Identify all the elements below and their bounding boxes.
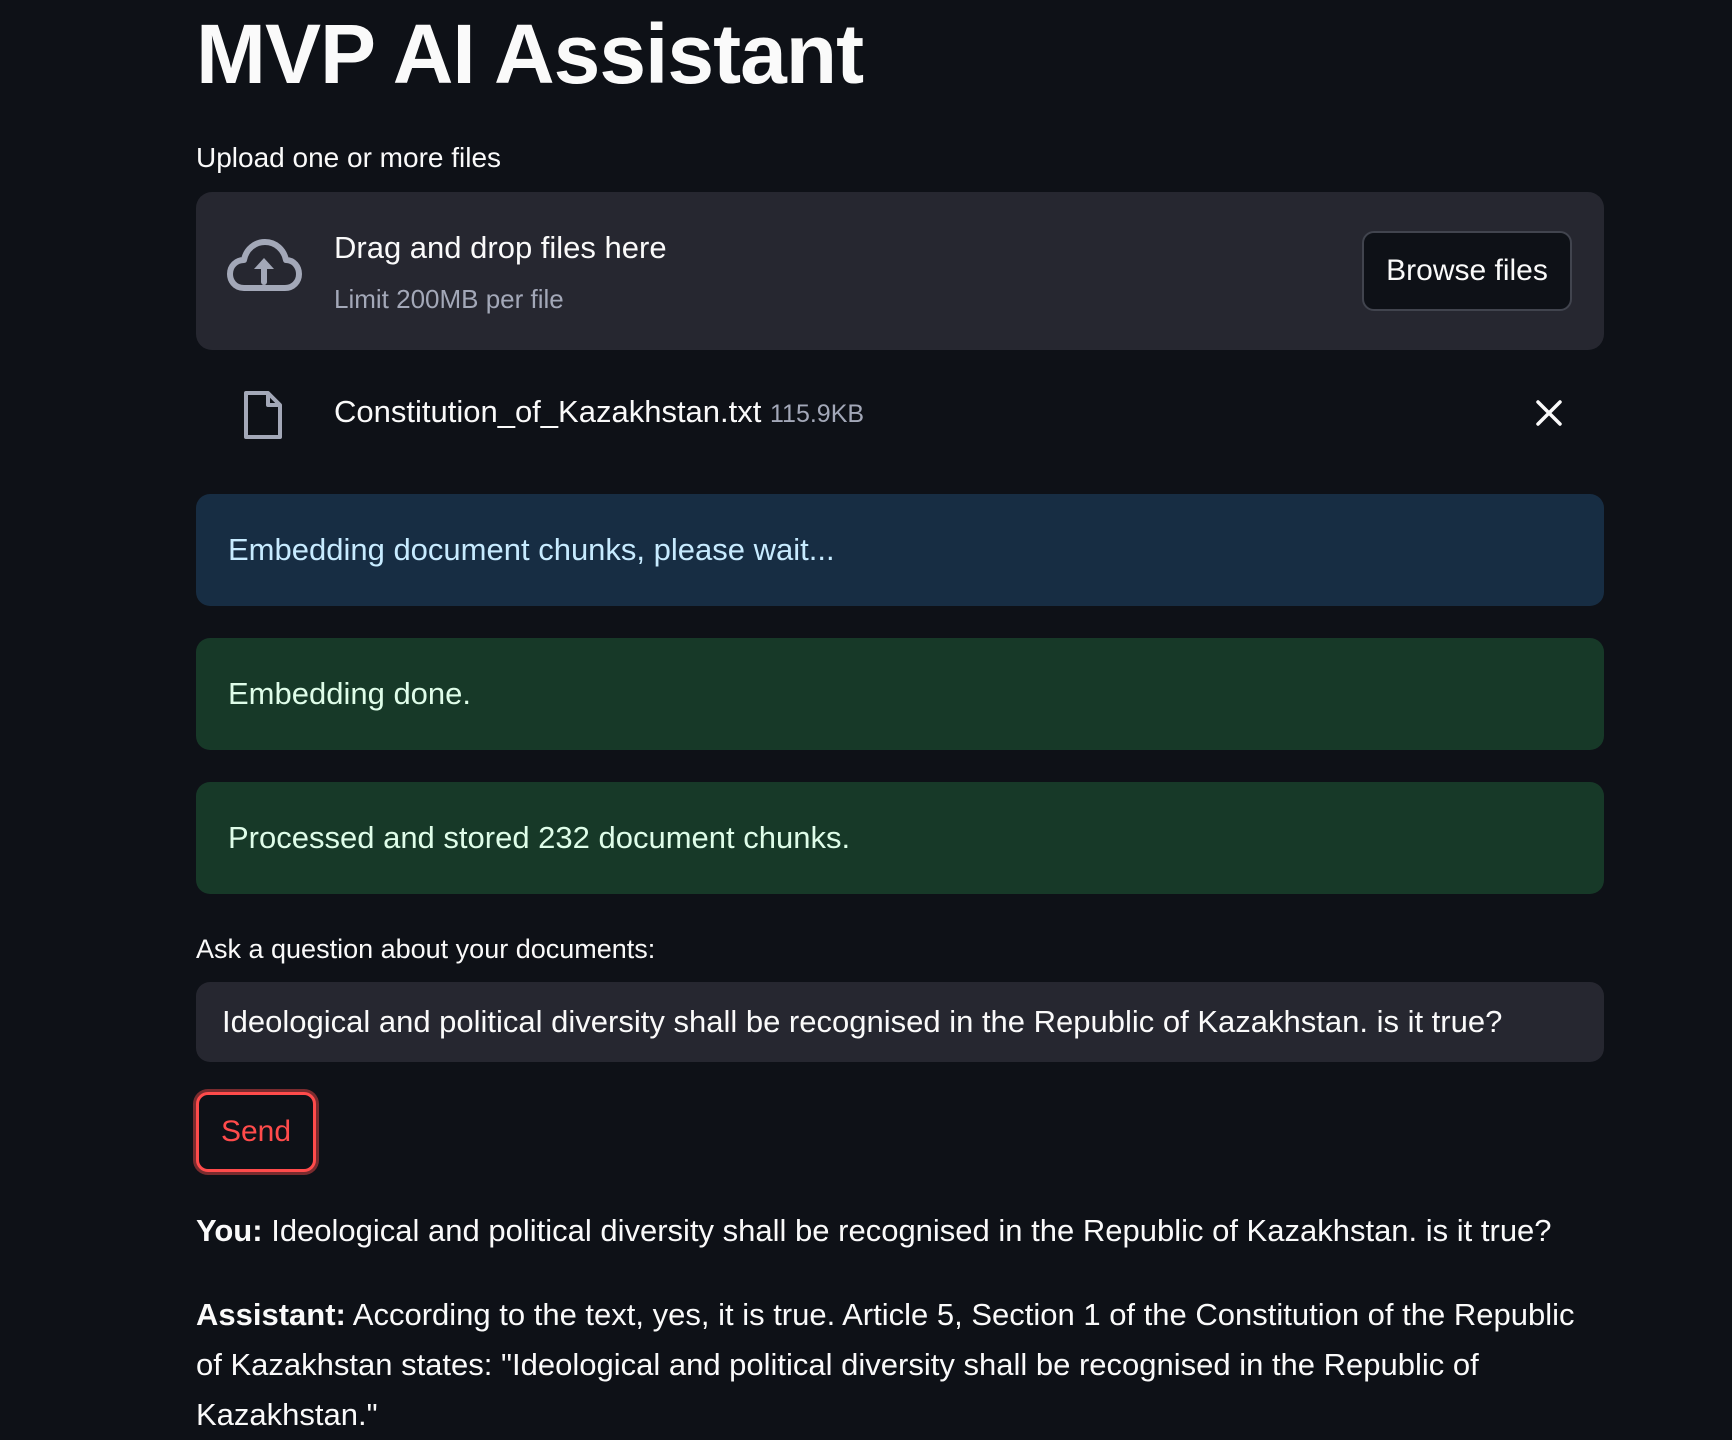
close-icon[interactable] xyxy=(1534,398,1564,428)
upload-label: Upload one or more files xyxy=(196,142,502,173)
file-size: 115.9KB xyxy=(770,400,865,428)
success-alert-chunks-stored: Processed and stored 232 document chunks… xyxy=(196,782,1604,894)
send-button[interactable]: Send xyxy=(196,1092,316,1172)
file-dropzone[interactable]: Drag and drop files here Limit 200MB per… xyxy=(196,192,1604,350)
chat-assistant-message: Assistant: According to the text, yes, i… xyxy=(196,1290,1604,1440)
user-message-text: Ideological and political diversity shal… xyxy=(271,1213,1552,1248)
assistant-message-text: According to the text, yes, it is true. … xyxy=(196,1297,1575,1432)
dropzone-instructions: Drag and drop files here xyxy=(334,230,667,265)
question-input[interactable] xyxy=(196,982,1604,1062)
chat-user-message: You: Ideological and political diversity… xyxy=(196,1206,1552,1256)
browse-files-button[interactable]: Browse files xyxy=(1362,231,1572,311)
cloud-upload-icon xyxy=(227,239,302,291)
uploaded-file-row: Constitution_of_Kazakhstan.txt 115.9KB xyxy=(196,370,1604,456)
file-icon xyxy=(244,391,282,439)
success-alert-embedding-done: Embedding done. xyxy=(196,638,1604,750)
assistant-speaker-label: Assistant: xyxy=(196,1297,346,1332)
question-label: Ask a question about your documents: xyxy=(196,934,656,964)
user-speaker-label: You: xyxy=(196,1213,263,1248)
dropzone-limit: Limit 200MB per file xyxy=(334,284,564,314)
info-alert: Embedding document chunks, please wait..… xyxy=(196,494,1604,606)
file-name: Constitution_of_Kazakhstan.txt xyxy=(334,394,762,429)
page-title: MVP AI Assistant xyxy=(196,7,864,101)
